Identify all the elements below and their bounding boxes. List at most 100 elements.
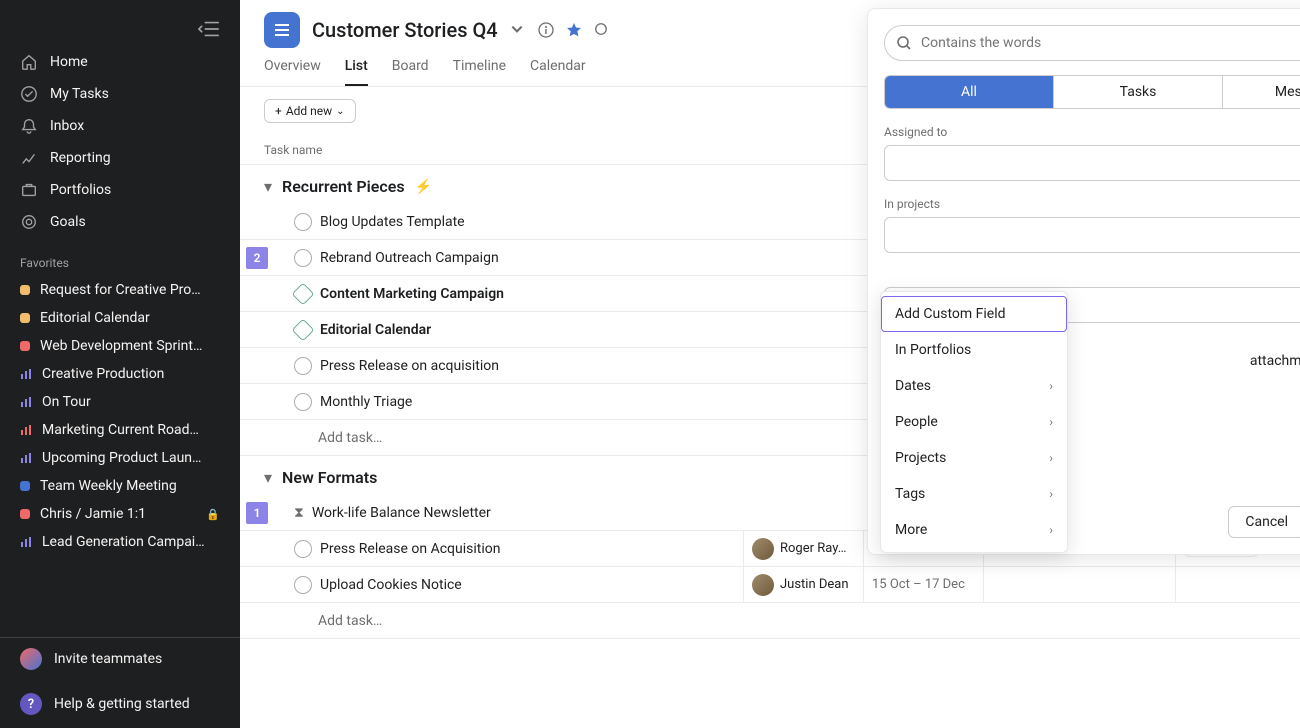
project-marker-icon[interactable] — [292, 282, 315, 305]
tab-calendar[interactable]: Calendar — [530, 58, 586, 86]
task-row[interactable]: Upload Cookies Notice Justin Dean 15 Oct… — [240, 567, 1300, 603]
favorite-item[interactable]: Marketing Current Road… — [0, 416, 240, 444]
task-name: Work-life Balance Newsletter — [312, 505, 491, 521]
complete-toggle[interactable] — [294, 393, 312, 411]
help-label: Help & getting started — [54, 696, 190, 712]
nav-reporting[interactable]: Reporting — [0, 142, 240, 174]
target-icon — [20, 213, 38, 231]
complete-toggle[interactable] — [294, 249, 312, 267]
nav-portfolios[interactable]: Portfolios — [0, 174, 240, 206]
favorite-item[interactable]: Team Weekly Meeting — [0, 472, 240, 500]
nav-label: My Tasks — [50, 86, 109, 102]
tab-board[interactable]: Board — [392, 58, 429, 86]
favorite-item[interactable]: Chris / Jamie 1:1🔒 — [0, 500, 240, 528]
chevron-right-icon: › — [1049, 415, 1053, 429]
attachments-label: attachments — [1250, 353, 1300, 369]
invite-teammates[interactable]: Invite teammates — [0, 638, 240, 680]
bars-icon — [20, 368, 32, 380]
assigned-to-input[interactable] — [884, 145, 1300, 181]
nav-home[interactable]: Home — [0, 46, 240, 78]
nav-label: Reporting — [50, 150, 111, 166]
nav-goals[interactable]: Goals — [0, 206, 240, 238]
segment-tasks[interactable]: Tasks — [1054, 76, 1223, 108]
favorite-item[interactable]: Editorial Calendar — [0, 304, 240, 332]
bars-icon — [20, 396, 32, 408]
add-task-label: Add task… — [318, 430, 382, 446]
dropdown-tags[interactable]: Tags› — [881, 476, 1067, 512]
dropdown-people[interactable]: People› — [881, 404, 1067, 440]
nav-label: Goals — [50, 214, 86, 230]
task-name: Upload Cookies Notice — [320, 577, 462, 593]
cancel-button[interactable]: Cancel — [1228, 506, 1300, 538]
project-marker-icon[interactable] — [292, 318, 315, 341]
bolt-icon: ⚡ — [415, 179, 432, 195]
tab-list[interactable]: List — [345, 58, 368, 86]
favorite-item[interactable]: Web Development Sprint… — [0, 332, 240, 360]
assignee-name: Justin Dean — [780, 577, 849, 592]
caret-down-icon[interactable]: ▾ — [264, 177, 272, 196]
project-dot — [20, 341, 30, 351]
complete-toggle[interactable] — [294, 213, 312, 231]
favorite-item[interactable]: Upcoming Product Laun… — [0, 444, 240, 472]
help-getting-started[interactable]: ? Help & getting started — [0, 680, 240, 728]
chevron-down-icon[interactable] — [510, 22, 526, 38]
search-icon — [896, 35, 912, 51]
invite-avatar-icon — [20, 648, 42, 670]
check-circle-icon — [20, 85, 38, 103]
complete-toggle[interactable] — [294, 540, 312, 558]
chevron-right-icon: › — [1049, 451, 1053, 465]
caret-down-icon[interactable]: ▾ — [264, 468, 272, 487]
tab-overview[interactable]: Overview — [264, 58, 321, 86]
star-icon[interactable] — [566, 22, 582, 38]
chart-icon — [20, 149, 38, 167]
dropdown-dates[interactable]: Dates› — [881, 368, 1067, 404]
hourglass-icon: ⧗ — [294, 505, 304, 521]
segment-all[interactable]: All — [885, 76, 1054, 108]
segment-control: All Tasks Messages — [884, 75, 1300, 109]
home-icon — [20, 53, 38, 71]
add-task-label: Add task… — [318, 613, 382, 629]
favorite-item[interactable]: Request for Creative Pro… — [0, 276, 240, 304]
dropdown-add-custom-field[interactable]: Add Custom Field — [881, 296, 1067, 332]
folder-icon — [20, 181, 38, 199]
task-name: Rebrand Outreach Campaign — [320, 250, 499, 266]
dropdown-in-portfolios[interactable]: In Portfolios — [881, 332, 1067, 368]
favorite-item[interactable]: On Tour — [0, 388, 240, 416]
project-icon[interactable] — [264, 12, 300, 48]
plus-icon: + — [275, 104, 282, 118]
lock-icon: 🔒 — [206, 508, 220, 521]
add-task-row[interactable]: Add task… — [240, 603, 1300, 639]
sidebar-collapse-icon[interactable] — [198, 20, 220, 38]
segment-messages[interactable]: Messages — [1223, 76, 1300, 108]
complete-toggle[interactable] — [294, 576, 312, 594]
chevron-right-icon: › — [1049, 379, 1053, 393]
nav-label: Portfolios — [50, 182, 111, 198]
bell-icon — [20, 117, 38, 135]
task-name: Press Release on Acquisition — [320, 541, 500, 557]
search-input[interactable] — [884, 25, 1300, 61]
dropdown-projects[interactable]: Projects› — [881, 440, 1067, 476]
info-icon[interactable] — [538, 22, 554, 38]
in-projects-input[interactable] — [884, 217, 1300, 253]
dropdown-more[interactable]: More› — [881, 512, 1067, 548]
favorite-item[interactable]: Creative Production — [0, 360, 240, 388]
project-dot — [20, 313, 30, 323]
main-content: Customer Stories Q4 + 🦄 Overview List Bo… — [240, 0, 1300, 728]
assignee-avatar — [752, 574, 774, 596]
assignee-name: Roger Ray… — [780, 541, 846, 556]
project-dot — [20, 509, 30, 519]
column-task-name[interactable]: Task name — [264, 143, 719, 157]
nav-mytasks[interactable]: My Tasks — [0, 78, 240, 110]
status-icon[interactable] — [594, 22, 610, 38]
nav-inbox[interactable]: Inbox — [0, 110, 240, 142]
complete-toggle[interactable] — [294, 357, 312, 375]
task-name: Editorial Calendar — [320, 322, 431, 338]
add-new-button[interactable]: + Add new ⌄ — [264, 99, 356, 123]
callout-badge: 1 — [246, 502, 268, 524]
favorite-item[interactable]: Lead Generation Campai… — [0, 528, 240, 556]
help-icon: ? — [20, 693, 42, 715]
bars-icon — [20, 452, 32, 464]
tab-timeline[interactable]: Timeline — [453, 58, 506, 86]
callout-badge: 2 — [246, 247, 268, 269]
sidebar: Home My Tasks Inbox Reporting Portfolios… — [0, 0, 240, 728]
